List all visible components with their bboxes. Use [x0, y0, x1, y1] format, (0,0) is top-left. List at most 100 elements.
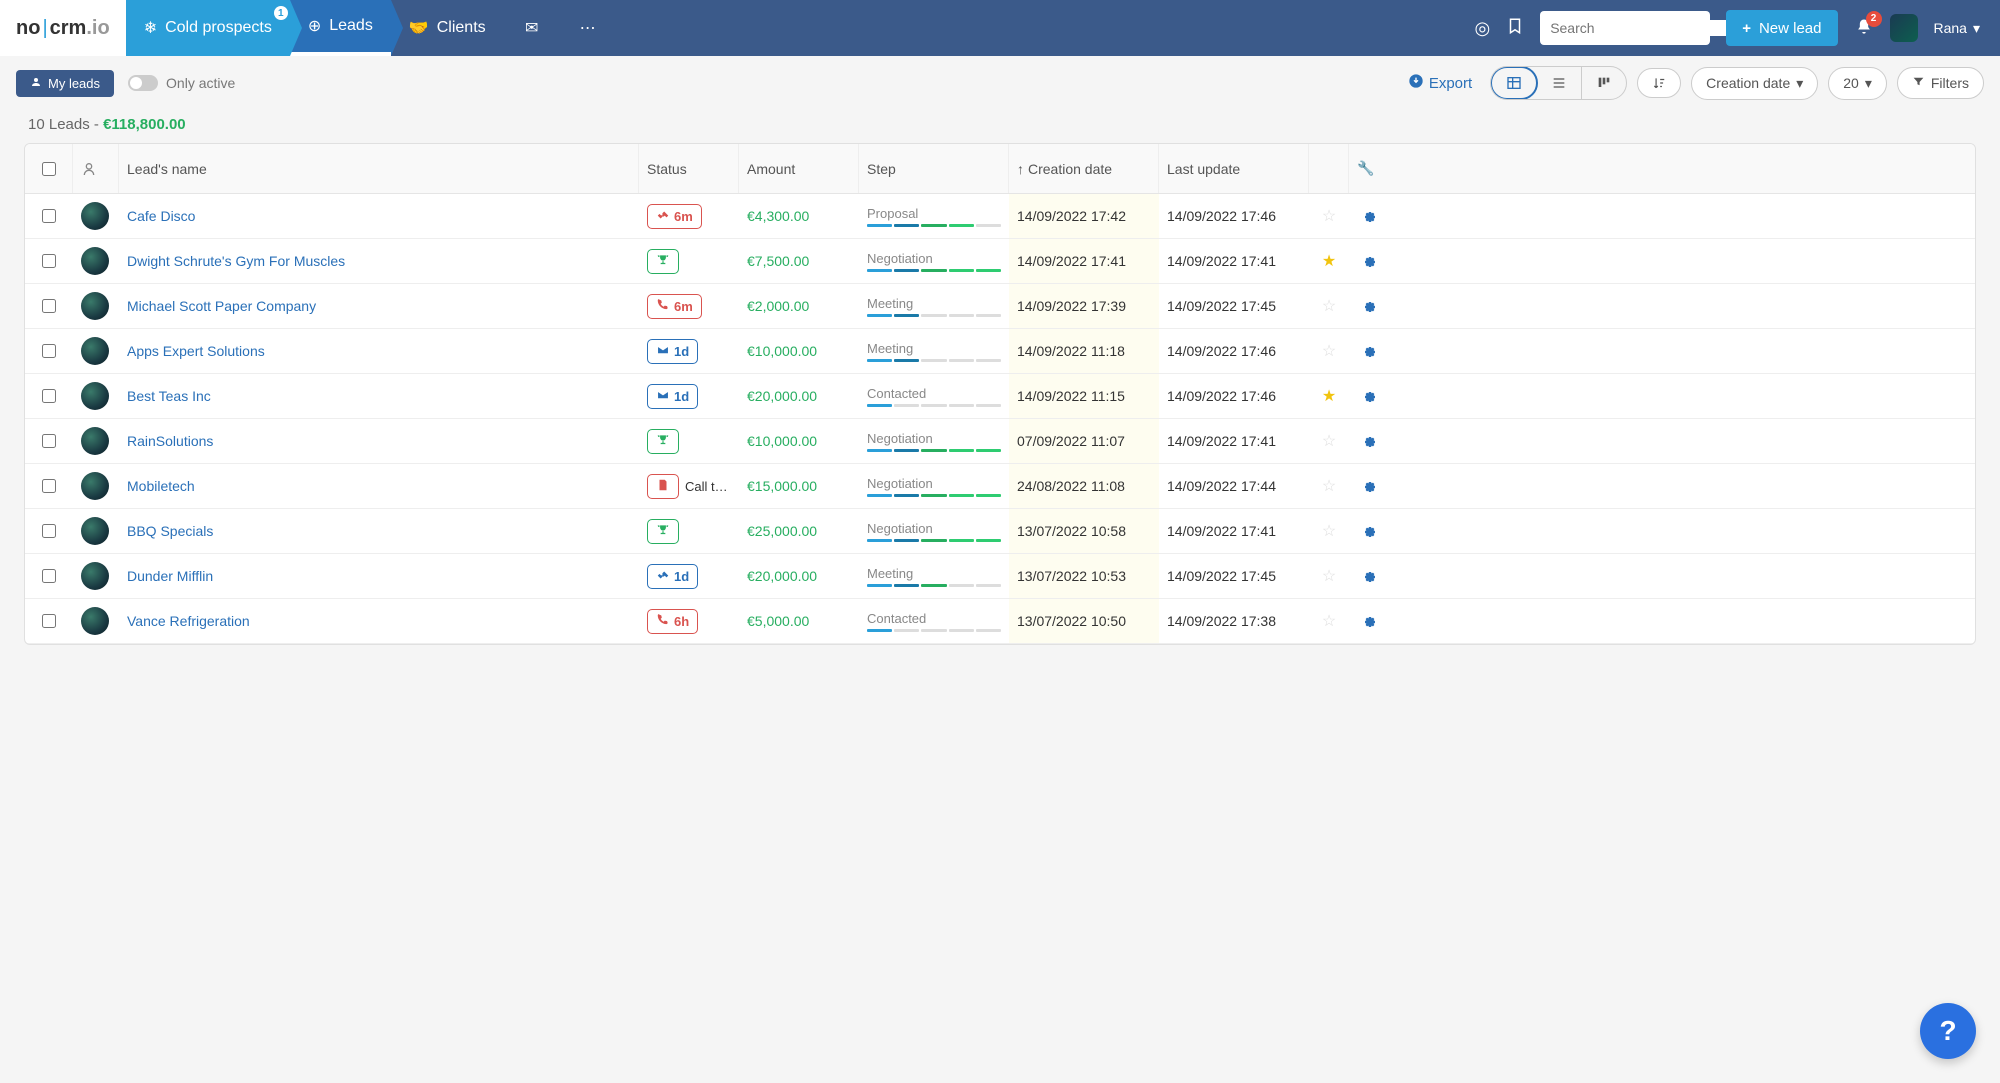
status-cell[interactable]: Call to ... — [639, 474, 739, 499]
lead-avatar[interactable] — [81, 202, 109, 230]
row-checkbox[interactable] — [42, 389, 56, 403]
tab-leads[interactable]: ⊕ Leads — [290, 0, 391, 56]
row-settings-button[interactable] — [1349, 298, 1389, 314]
status-cell[interactable] — [639, 519, 739, 544]
my-leads-button[interactable]: My leads — [16, 70, 114, 97]
creation-column-header[interactable]: ↑Creation date — [1009, 144, 1159, 193]
table-row[interactable]: Michael Scott Paper Company 6m €2,000.00… — [25, 284, 1975, 329]
filters-button[interactable]: Filters — [1897, 67, 1984, 99]
row-settings-button[interactable] — [1349, 613, 1389, 629]
row-checkbox[interactable] — [42, 434, 56, 448]
status-cell[interactable]: 6m — [639, 204, 739, 229]
table-row[interactable]: Vance Refrigeration 6h €5,000.00 Contact… — [25, 599, 1975, 644]
search-box[interactable] — [1540, 11, 1710, 45]
lead-avatar[interactable] — [81, 472, 109, 500]
table-row[interactable]: Dwight Schrute's Gym For Muscles €7,500.… — [25, 239, 1975, 284]
table-row[interactable]: Mobiletech Call to ... €15,000.00 Negoti… — [25, 464, 1975, 509]
status-cell[interactable] — [639, 249, 739, 274]
mail-icon[interactable]: ✉ — [504, 0, 560, 56]
page-size-dropdown[interactable]: 20 ▾ — [1828, 67, 1887, 100]
lead-avatar[interactable] — [81, 292, 109, 320]
lead-avatar[interactable] — [81, 562, 109, 590]
row-select[interactable] — [25, 254, 73, 268]
lead-avatar[interactable] — [81, 517, 109, 545]
table-row[interactable]: Dunder Mifflin 1d €20,000.00 Meeting 13/… — [25, 554, 1975, 599]
lead-avatar[interactable] — [81, 247, 109, 275]
row-select[interactable] — [25, 569, 73, 583]
search-input[interactable] — [1550, 20, 1731, 36]
table-row[interactable]: BBQ Specials €25,000.00 Negotiation 13/0… — [25, 509, 1975, 554]
status-cell[interactable]: 1d — [639, 564, 739, 589]
status-column-header[interactable]: Status — [639, 144, 739, 193]
row-settings-button[interactable] — [1349, 568, 1389, 584]
step-column-header[interactable]: Step — [859, 144, 1009, 193]
logo[interactable]: no|crm.io — [0, 0, 126, 56]
table-row[interactable]: Cafe Disco 6m €4,300.00 Proposal 14/09/2… — [25, 194, 1975, 239]
tab-clients[interactable]: 🤝 Clients — [391, 0, 504, 56]
row-checkbox[interactable] — [42, 209, 56, 223]
star-button[interactable]: ☆ — [1309, 296, 1349, 316]
row-settings-button[interactable] — [1349, 523, 1389, 539]
row-settings-button[interactable] — [1349, 253, 1389, 269]
select-all-checkbox[interactable] — [42, 162, 56, 176]
star-button[interactable]: ☆ — [1309, 611, 1349, 631]
table-row[interactable]: Best Teas Inc 1d €20,000.00 Contacted 14… — [25, 374, 1975, 419]
lead-name-link[interactable]: Dunder Mifflin — [119, 568, 639, 584]
toggle-switch[interactable] — [128, 75, 158, 91]
star-button[interactable]: ☆ — [1309, 521, 1349, 541]
row-settings-button[interactable] — [1349, 388, 1389, 404]
only-active-toggle[interactable]: Only active — [128, 75, 235, 91]
name-column-header[interactable]: Lead's name — [119, 144, 639, 193]
new-lead-button[interactable]: + New lead — [1726, 10, 1837, 46]
lead-avatar[interactable] — [81, 607, 109, 635]
star-button[interactable]: ☆ — [1309, 566, 1349, 586]
star-button[interactable]: ☆ — [1309, 341, 1349, 361]
view-table-button[interactable] — [1490, 66, 1538, 100]
settings-column-header[interactable]: 🔧 — [1349, 144, 1389, 193]
lead-name-link[interactable]: Apps Expert Solutions — [119, 343, 639, 359]
lead-name-link[interactable]: Dwight Schrute's Gym For Muscles — [119, 253, 639, 269]
row-select[interactable] — [25, 479, 73, 493]
row-settings-button[interactable] — [1349, 208, 1389, 224]
lead-avatar[interactable] — [81, 382, 109, 410]
sort-field-dropdown[interactable]: Creation date ▾ — [1691, 67, 1818, 100]
status-cell[interactable]: 6h — [639, 609, 739, 634]
lead-name-link[interactable]: Michael Scott Paper Company — [119, 298, 639, 314]
notifications-icon[interactable]: 2 — [1854, 17, 1874, 40]
tab-cold-prospects[interactable]: ❄ Cold prospects 1 — [126, 0, 290, 56]
row-select[interactable] — [25, 344, 73, 358]
sort-direction-button[interactable] — [1637, 68, 1681, 98]
status-cell[interactable] — [639, 429, 739, 454]
row-settings-button[interactable] — [1349, 478, 1389, 494]
lead-name-link[interactable]: Vance Refrigeration — [119, 613, 639, 629]
help-button[interactable]: ? — [1920, 1003, 1976, 1059]
star-button[interactable]: ☆ — [1309, 206, 1349, 226]
lead-avatar[interactable] — [81, 337, 109, 365]
update-column-header[interactable]: Last update — [1159, 144, 1309, 193]
user-avatar[interactable] — [1890, 14, 1918, 42]
row-select[interactable] — [25, 434, 73, 448]
status-cell[interactable]: 1d — [639, 339, 739, 364]
star-button[interactable]: ★ — [1309, 251, 1349, 271]
goal-icon[interactable]: ◎ — [1474, 18, 1490, 39]
row-checkbox[interactable] — [42, 344, 56, 358]
star-button[interactable]: ☆ — [1309, 431, 1349, 451]
row-select[interactable] — [25, 389, 73, 403]
lead-name-link[interactable]: RainSolutions — [119, 433, 639, 449]
row-checkbox[interactable] — [42, 299, 56, 313]
status-cell[interactable]: 1d — [639, 384, 739, 409]
row-select[interactable] — [25, 524, 73, 538]
row-checkbox[interactable] — [42, 254, 56, 268]
row-settings-button[interactable] — [1349, 343, 1389, 359]
view-kanban-button[interactable] — [1582, 67, 1626, 99]
row-select[interactable] — [25, 614, 73, 628]
lead-name-link[interactable]: BBQ Specials — [119, 523, 639, 539]
amount-column-header[interactable]: Amount — [739, 144, 859, 193]
status-cell[interactable]: 6m — [639, 294, 739, 319]
view-list-button[interactable] — [1537, 67, 1582, 99]
lead-name-link[interactable]: Cafe Disco — [119, 208, 639, 224]
export-button[interactable]: Export — [1408, 73, 1472, 93]
bookmark-icon[interactable] — [1506, 17, 1524, 40]
lead-avatar[interactable] — [81, 427, 109, 455]
table-row[interactable]: RainSolutions €10,000.00 Negotiation 07/… — [25, 419, 1975, 464]
